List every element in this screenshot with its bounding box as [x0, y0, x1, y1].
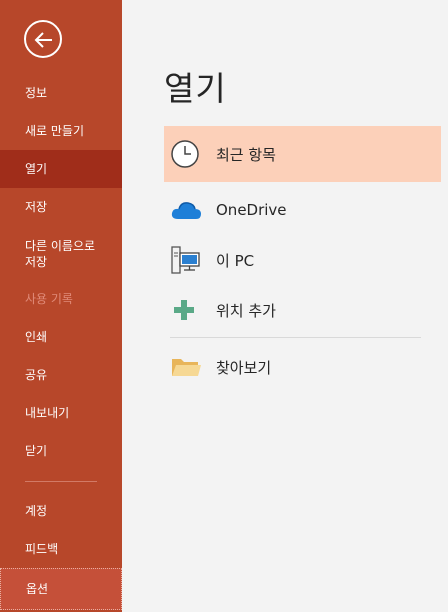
option-browse[interactable]: 찾아보기 [164, 342, 441, 392]
nav-new-label: 새로 만들기 [25, 124, 85, 138]
backstage-sidebar: 정보 새로 만들기 열기 저장 다른 이름으로 저장 사용 기록 인쇄 공유 내… [0, 0, 122, 612]
pc-icon [164, 244, 208, 276]
nav-print-label: 인쇄 [25, 330, 48, 344]
nav-history-label: 사용 기록 [25, 292, 73, 306]
folder-icon [164, 351, 208, 383]
nav-new[interactable]: 새로 만들기 [0, 112, 122, 150]
back-arrow-icon[interactable] [24, 20, 62, 58]
option-browse-label: 찾아보기 [216, 358, 272, 377]
options-divider [170, 337, 421, 338]
option-this-pc-label: 이 PC [216, 251, 255, 270]
nav-export-label: 내보내기 [25, 406, 70, 420]
nav-options-label: 옵션 [26, 582, 49, 596]
clock-icon [164, 138, 208, 170]
nav-close[interactable]: 닫기 [0, 432, 122, 470]
nav-open-label: 열기 [25, 162, 48, 176]
nav-close-label: 닫기 [25, 444, 48, 458]
plus-icon [164, 294, 208, 326]
option-recent-label: 최근 항목 [216, 145, 276, 164]
nav-save-label: 저장 [25, 200, 48, 214]
option-onedrive-label: OneDrive [216, 201, 287, 219]
cloud-icon [164, 194, 208, 226]
nav-account-label: 계정 [25, 504, 48, 518]
nav-save-as[interactable]: 다른 이름으로 저장 [0, 228, 122, 280]
nav-feedback[interactable]: 피드백 [0, 530, 122, 568]
nav-feedback-label: 피드백 [25, 542, 59, 556]
nav-divider [25, 481, 97, 482]
nav-options[interactable]: 옵션 [0, 568, 122, 610]
nav-export[interactable]: 내보내기 [0, 394, 122, 432]
nav-history: 사용 기록 [0, 280, 122, 318]
option-onedrive[interactable]: OneDrive [164, 185, 441, 235]
open-panel: 열기 최근 항목 OneDrive 이 PC 위치 추가 찾아보기 [122, 0, 448, 612]
option-add-place-label: 위치 추가 [216, 301, 276, 320]
nav-save[interactable]: 저장 [0, 188, 122, 226]
nav-account[interactable]: 계정 [0, 492, 122, 530]
nav-share[interactable]: 공유 [0, 356, 122, 394]
nav-info-label: 정보 [25, 86, 48, 100]
nav-share-label: 공유 [25, 368, 48, 382]
nav-info[interactable]: 정보 [0, 74, 122, 112]
nav-open[interactable]: 열기 [0, 150, 122, 188]
option-add-place[interactable]: 위치 추가 [164, 285, 441, 335]
page-title: 열기 [164, 69, 227, 108]
nav-print[interactable]: 인쇄 [0, 318, 122, 356]
option-recent[interactable]: 최근 항목 [164, 126, 441, 182]
nav-save-as-label: 다른 이름으로 저장 [25, 239, 96, 269]
option-this-pc[interactable]: 이 PC [164, 235, 441, 285]
